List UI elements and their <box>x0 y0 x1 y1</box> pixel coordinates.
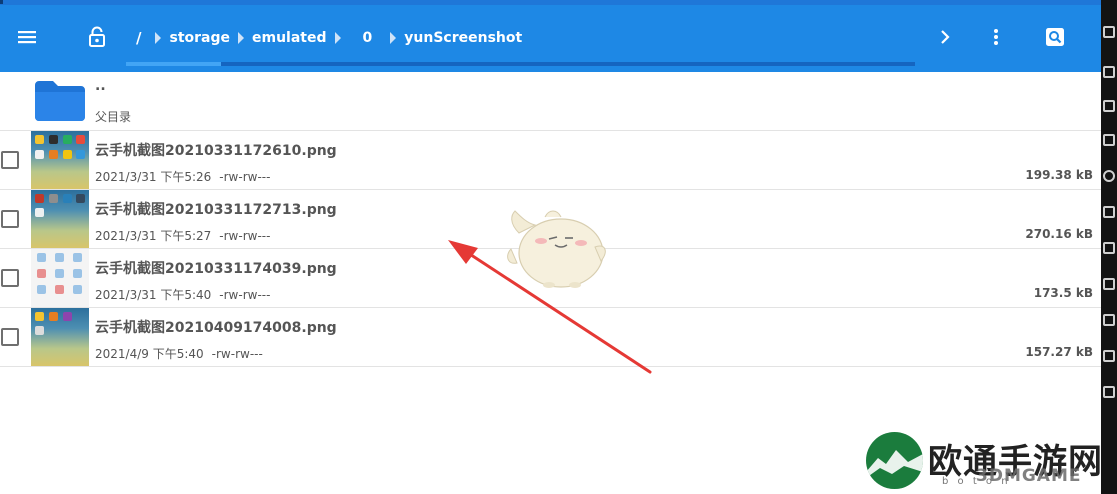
breadcrumb-item-yunscreenshot[interactable]: yunScreenshot <box>390 30 530 46</box>
more-options-button[interactable] <box>981 22 1011 52</box>
breadcrumb-separator-icon <box>390 32 397 44</box>
file-date: 2021/3/31 下午5:40 <box>95 288 212 302</box>
side-panel-icon[interactable] <box>1103 386 1115 398</box>
file-permissions: -rw-rw--- <box>219 229 271 243</box>
file-meta: 2021/4/9 下午5:40 -rw-rw--- <box>95 345 263 362</box>
breadcrumb-label: emulated <box>252 30 327 46</box>
file-permissions: -rw-rw--- <box>219 170 271 184</box>
side-panel-icon[interactable] <box>1103 350 1115 362</box>
more-vert-icon <box>994 29 998 45</box>
file-size: 173.5 kB <box>1033 286 1093 300</box>
forward-button[interactable] <box>930 22 960 52</box>
breadcrumb-label: storage <box>169 30 230 46</box>
file-date: 2021/3/31 下午5:26 <box>95 170 212 184</box>
side-panel-icon[interactable] <box>1103 100 1115 112</box>
side-panel-icon[interactable] <box>1103 134 1115 146</box>
breadcrumb-label: yunScreenshot <box>404 30 523 46</box>
file-thumbnail <box>31 131 89 189</box>
landscape-icon <box>866 450 923 489</box>
file-date: 2021/3/31 下午5:27 <box>95 229 212 243</box>
chevron-right-icon <box>941 30 950 44</box>
menu-icon <box>18 31 36 44</box>
parent-directory-row[interactable]: .. 父目录 <box>0 72 1101 131</box>
file-meta: 2021/3/31 下午5:40 -rw-rw--- <box>95 286 270 303</box>
breadcrumb-separator-icon <box>155 32 162 44</box>
breadcrumb-scrollbar[interactable] <box>126 62 915 66</box>
breadcrumb-item-emulated[interactable]: emulated <box>238 30 335 46</box>
watermark-emblem-icon <box>866 432 923 489</box>
lock-icon <box>89 26 105 47</box>
file-thumbnail <box>31 249 89 307</box>
file-checkbox[interactable] <box>1 328 19 346</box>
file-name: 云手机截图20210331172610.png <box>95 143 337 159</box>
side-panel-icon[interactable] <box>1103 66 1115 78</box>
file-date: 2021/4/9 下午5:40 <box>95 347 204 361</box>
side-panel <box>1101 0 1117 494</box>
file-row[interactable]: 云手机截图20210409174008.png 2021/4/9 下午5:40-… <box>0 308 1101 367</box>
file-size: 199.38 kB <box>1025 168 1093 182</box>
file-permissions: -rw-rw--- <box>211 347 263 361</box>
file-checkbox[interactable] <box>1 151 19 169</box>
breadcrumb-item-0[interactable]: 0 <box>334 30 391 46</box>
side-panel-icon[interactable] <box>1103 206 1115 218</box>
parent-dots: .. <box>95 78 106 94</box>
file-thumbnail <box>31 308 89 366</box>
file-checkbox[interactable] <box>1 269 19 287</box>
file-size: 157.27 kB <box>1025 345 1093 359</box>
toolbar: / storage emulated 0 yunScreenshot <box>0 5 1101 72</box>
breadcrumb-separator-icon <box>334 32 341 44</box>
side-panel-icon[interactable] <box>1103 278 1115 290</box>
parent-label: 父目录 <box>95 110 132 124</box>
side-panel-icon[interactable] <box>1103 26 1115 38</box>
file-name: 云手机截图20210409174008.png <box>95 320 337 336</box>
menu-button[interactable] <box>12 22 42 52</box>
status-mark <box>0 0 3 4</box>
breadcrumb-scroll-thumb[interactable] <box>126 62 221 66</box>
file-size: 270.16 kB <box>1025 227 1093 241</box>
breadcrumb: / storage emulated 0 yunScreenshot <box>130 27 530 49</box>
folder-icon <box>35 81 85 121</box>
breadcrumb-separator-icon <box>238 32 244 44</box>
file-thumbnail <box>31 190 89 248</box>
breadcrumb-root[interactable]: / <box>136 29 141 47</box>
file-meta: 2021/3/31 下午5:27 -rw-rw--- <box>95 227 270 244</box>
mascot-sticker <box>507 210 606 288</box>
side-panel-icon[interactable] <box>1103 170 1115 182</box>
file-checkbox[interactable] <box>1 210 19 228</box>
file-name: 云手机截图20210331174039.png <box>95 261 337 277</box>
side-panel-icon[interactable] <box>1103 314 1115 326</box>
file-permissions: -rw-rw--- <box>219 288 271 302</box>
breadcrumb-label: 0 <box>362 30 373 46</box>
search-icon <box>1046 28 1064 46</box>
lock-button[interactable] <box>82 22 112 52</box>
watermark-tiny: b o t o n <box>942 476 1011 487</box>
file-row[interactable]: 云手机截图20210331172610.png 2021/3/31 下午5:26… <box>0 131 1101 190</box>
side-panel-icon[interactable] <box>1103 242 1115 254</box>
watermark-logo: 欧通手游网 3DMGAME b o t o n <box>866 432 1106 492</box>
file-meta: 2021/3/31 下午5:26 -rw-rw--- <box>95 168 270 185</box>
breadcrumb-item-storage[interactable]: storage <box>155 30 238 46</box>
search-button[interactable] <box>1040 22 1070 52</box>
file-name: 云手机截图20210331172713.png <box>95 202 337 218</box>
